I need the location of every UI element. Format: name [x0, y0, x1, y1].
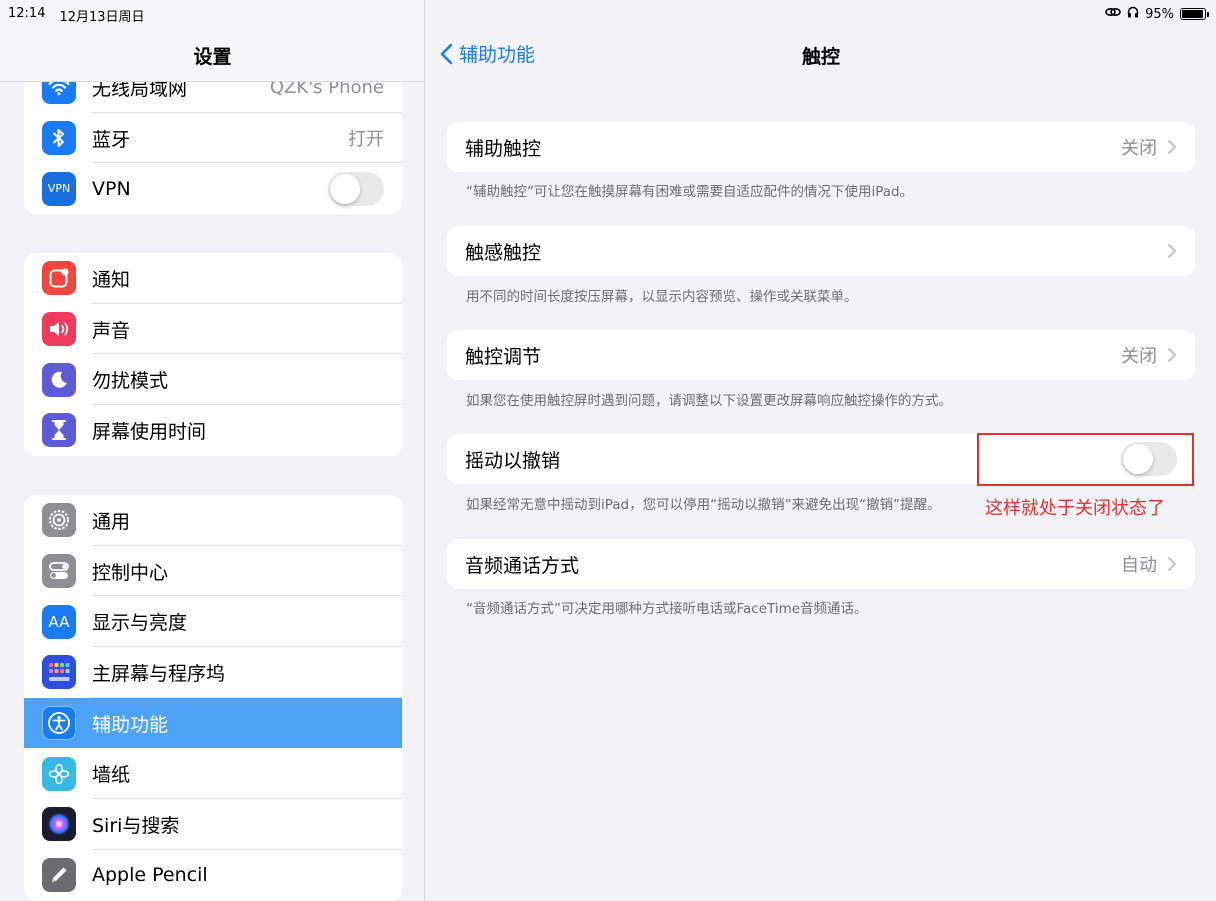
- sidebar-item-label: 屏幕使用时间: [92, 420, 207, 443]
- footnote: 用不同的时间长度按压屏幕，以显示内容预览、操作或关联菜单。: [466, 289, 858, 305]
- sidebar-item-label: 主屏幕与程序坞: [92, 662, 226, 685]
- sidebar-item-label: 声音: [92, 319, 131, 342]
- sidebar-item-wallpaper[interactable]: 墙纸: [24, 748, 402, 800]
- sidebar-item-label: VPN: [92, 177, 131, 200]
- row-label: 触控调节: [465, 345, 542, 368]
- page-title: 触控: [801, 46, 840, 68]
- sidebar-item-label: 通用: [92, 510, 131, 533]
- annotation-highlight-box: [977, 433, 1194, 486]
- row-label: 音频通话方式: [465, 554, 580, 577]
- sidebar: 设置 无线局域网 QZK's Phone 蓝牙 打开 VPN VPN 通知 声音…: [0, 0, 425, 901]
- sidebar-item-accessibility[interactable]: 辅助功能: [24, 697, 402, 749]
- sidebar-title: 设置: [193, 46, 232, 68]
- sidebar-item-label: 显示与亮度: [92, 612, 188, 635]
- hourglass-icon: [42, 413, 76, 448]
- sidebar-item-apple-pencil[interactable]: Apple Pencil: [24, 850, 402, 901]
- vpn-toggle[interactable]: [328, 171, 384, 206]
- sidebar-item-vpn[interactable]: VPN VPN: [24, 163, 402, 214]
- sidebar-item-control-center[interactable]: 控制中心: [24, 546, 402, 597]
- footnote: “音频通话方式”可决定用哪种方式接听电话或FaceTime音频通话。: [466, 601, 868, 617]
- battery-icon: [1180, 8, 1209, 20]
- sidebar-item-general[interactable]: 通用: [24, 495, 402, 546]
- sidebar-item-do-not-disturb[interactable]: 勿扰模式: [24, 354, 402, 406]
- status-bar-left: 12:14 12月13日周日: [8, 6, 145, 25]
- sidebar-item-label: 勿扰模式: [92, 370, 169, 393]
- row-label: 辅助触控: [465, 137, 542, 160]
- link-icon: [1105, 6, 1121, 22]
- row-value: 关闭: [1121, 138, 1157, 159]
- sidebar-group-connectivity: 无线局域网 QZK's Phone 蓝牙 打开 VPN VPN: [24, 62, 402, 215]
- footnote: 如果经常无意中摇动到iPad，您可以停用“摇动以撤销”来避免出现“撤销”提醒。: [466, 497, 941, 513]
- footnote: “辅助触控”可让您在触摸屏幕有困难或需要自适应配件的情况下使用iPad。: [466, 184, 914, 200]
- home-screen-icon: [42, 655, 76, 690]
- gear-icon: [42, 503, 76, 538]
- sidebar-item-label: 通知: [92, 268, 131, 291]
- row-value: 关闭: [1121, 346, 1157, 367]
- sidebar-item-home-screen-dock[interactable]: 主屏幕与程序坞: [24, 647, 402, 698]
- control-center-icon: [42, 554, 76, 589]
- footnote: 如果您在使用触控屏时遇到问题，请调整以下设置更改屏幕响应触控操作的方式。: [466, 393, 952, 409]
- sound-icon: [42, 312, 76, 347]
- row-value: 自动: [1121, 555, 1157, 576]
- sidebar-item-screen-time[interactable]: 屏幕使用时间: [24, 405, 402, 456]
- bluetooth-icon: [42, 121, 76, 156]
- wallpaper-icon: [42, 756, 76, 791]
- row-touch-accommodations[interactable]: 触控调节 关闭: [447, 330, 1195, 380]
- siri-icon: [42, 807, 76, 842]
- chevron-right-icon: [1168, 140, 1176, 154]
- battery-percent: 95%: [1145, 6, 1174, 22]
- status-time: 12:14: [8, 6, 46, 21]
- sidebar-item-label: Siri与搜索: [92, 814, 180, 837]
- row-label: 触感触控: [465, 241, 542, 264]
- vpn-icon: VPN: [42, 171, 76, 206]
- sidebar-item-label: 蓝牙: [92, 128, 131, 151]
- moon-icon: [42, 362, 76, 397]
- display-icon-text: AA: [48, 612, 70, 631]
- pencil-icon: [42, 858, 76, 893]
- battery-fill: [1182, 10, 1203, 18]
- notification-icon: [42, 261, 76, 296]
- sidebar-item-sounds[interactable]: 声音: [24, 304, 402, 355]
- chevron-right-icon: [1168, 557, 1176, 571]
- sidebar-item-siri-search[interactable]: Siri与搜索: [24, 799, 402, 850]
- sidebar-item-notifications[interactable]: 通知: [24, 253, 402, 304]
- sidebar-item-bluetooth[interactable]: 蓝牙 打开: [24, 113, 402, 164]
- chevron-right-icon: [1168, 348, 1176, 362]
- sidebar-item-label: 控制中心: [92, 561, 169, 584]
- display-icon: AA: [42, 604, 76, 639]
- row-assistive-touch[interactable]: 辅助触控 关闭: [447, 122, 1195, 172]
- bluetooth-status-value: 打开: [348, 129, 384, 151]
- status-bar-right: 95%: [1105, 6, 1209, 22]
- status-date: 12月13日周日: [59, 10, 145, 25]
- sidebar-item-label: 墙纸: [92, 764, 131, 787]
- sidebar-group-general: 通用 控制中心 AA 显示与亮度 主屏幕与程序坞 辅助功能 墙纸 Siri与搜索…: [24, 495, 402, 901]
- chevron-right-icon: [1168, 244, 1176, 258]
- sidebar-item-label: 辅助功能: [92, 713, 169, 736]
- sidebar-item-label: Apple Pencil: [92, 864, 208, 887]
- headphones-icon: [1127, 6, 1139, 22]
- sidebar-item-display-brightness[interactable]: AA 显示与亮度: [24, 596, 402, 648]
- row-haptic-touch[interactable]: 触感触控: [447, 226, 1195, 276]
- sidebar-group-notifications: 通知 声音 勿扰模式 屏幕使用时间: [24, 253, 402, 456]
- annotation-text: 这样就处于关闭状态了: [985, 498, 1165, 519]
- accessibility-icon: [42, 706, 76, 741]
- row-call-audio-routing[interactable]: 音频通话方式 自动: [447, 539, 1195, 589]
- settings-app: 12:14 12月13日周日 95% 设置 无线局域网 QZK's Phone: [0, 0, 1216, 901]
- vpn-icon-text: VPN: [47, 182, 71, 196]
- toggle-knob: [330, 173, 360, 204]
